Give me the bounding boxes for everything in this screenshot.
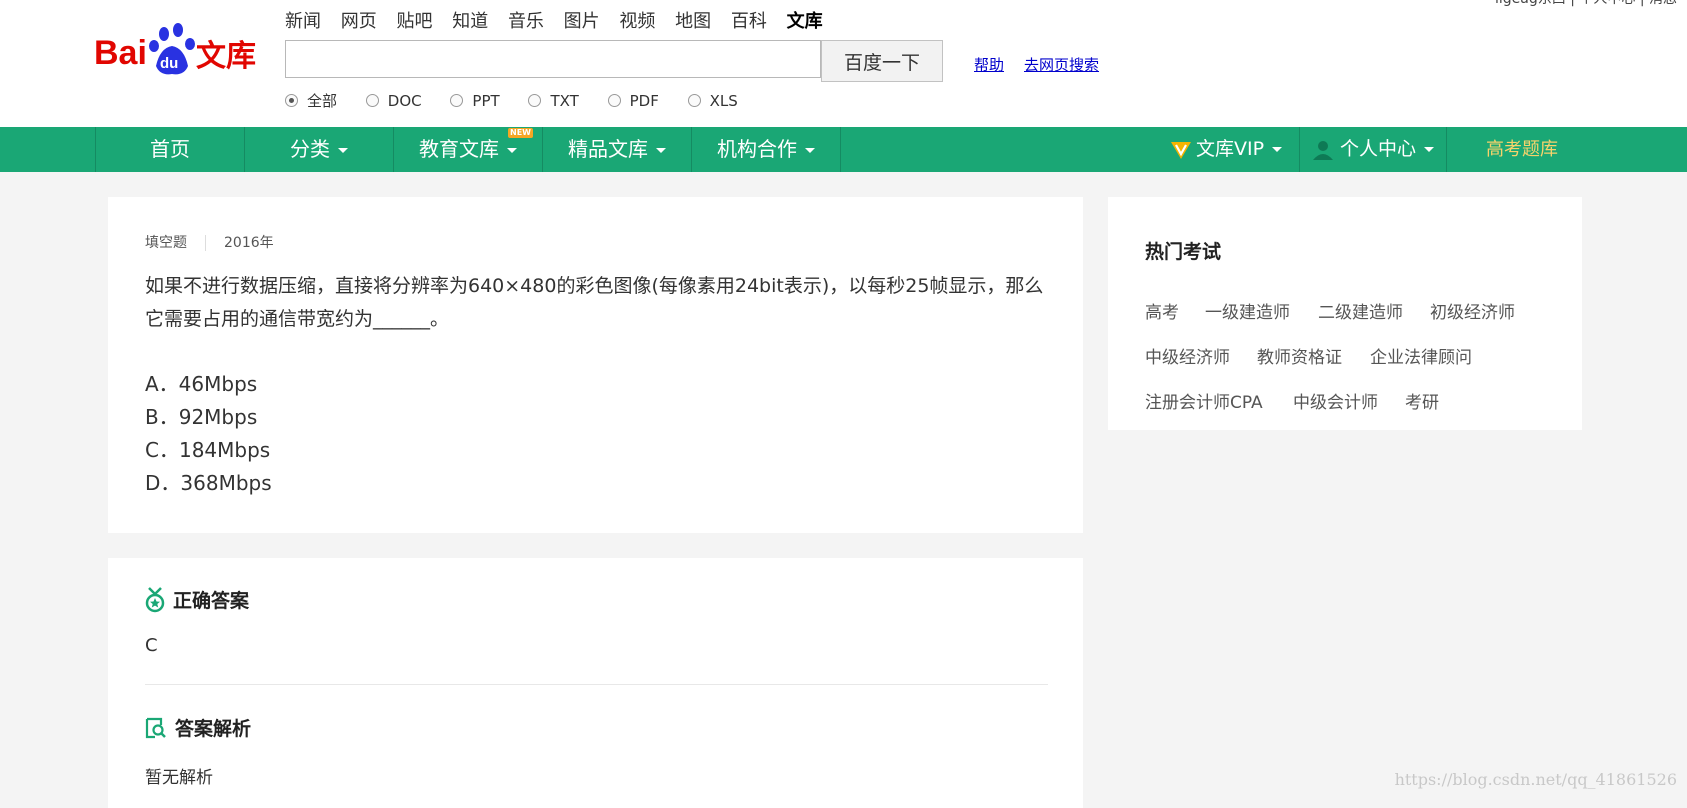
nav-home[interactable]: 首页 xyxy=(96,127,244,172)
analysis-text: 暂无解析 xyxy=(145,768,213,788)
caret-down-icon xyxy=(1424,147,1434,152)
nav-category[interactable]: 分类 xyxy=(245,127,393,172)
question-meta: 填空题 2016年 xyxy=(145,232,274,252)
exam-link[interactable]: 中级经济师 xyxy=(1145,343,1230,368)
nav-personal[interactable]: 个人中心 xyxy=(1300,127,1446,172)
nav-label: 教育文库 xyxy=(419,137,499,161)
exam-link[interactable]: 初级经济师 xyxy=(1430,298,1515,323)
top-link-zhidao[interactable]: 知道 xyxy=(452,11,488,32)
vip-icon xyxy=(1170,141,1191,159)
medal-icon xyxy=(145,586,165,612)
question-year: 2016年 xyxy=(224,235,274,251)
nav-gaokao[interactable]: 高考题库 xyxy=(1447,127,1597,172)
watermark: https://blog.csdn.net/qq_41861526 xyxy=(1394,770,1677,789)
question-text: 如果不进行数据压缩，直接将分辨率为640×480的彩色图像(每像素用24bit表… xyxy=(145,275,1044,330)
caret-down-icon xyxy=(656,148,666,153)
filter-label: TXT xyxy=(550,91,579,110)
filter-label: PDF xyxy=(629,91,659,110)
svg-text:Bai: Bai xyxy=(94,34,147,72)
user-icon xyxy=(1312,140,1333,160)
analysis-heading: 答案解析 xyxy=(145,714,251,741)
new-badge: NEW xyxy=(508,128,533,138)
svg-text:du: du xyxy=(160,55,178,72)
analysis-title: 答案解析 xyxy=(175,718,252,740)
top-link-tieba[interactable]: 贴吧 xyxy=(396,11,432,32)
exam-link[interactable]: 二级建造师 xyxy=(1318,298,1403,323)
caret-down-icon xyxy=(338,148,348,153)
exam-link[interactable]: 高考 xyxy=(1145,298,1179,323)
top-link-video[interactable]: 视频 xyxy=(619,11,655,32)
hot-exams-title: 热门考试 xyxy=(1145,241,1222,263)
radio-icon[interactable] xyxy=(365,94,379,107)
top-link-news[interactable]: 新闻 xyxy=(285,11,321,32)
help-link[interactable]: 帮助 xyxy=(974,54,1004,75)
top-link-music[interactable]: 音乐 xyxy=(508,11,544,32)
nav-label: 机构合作 xyxy=(717,137,797,161)
filter-label: 全部 xyxy=(307,92,338,110)
filter-ppt[interactable]: PPT xyxy=(450,91,500,110)
web-search-link[interactable]: 去网页搜索 xyxy=(1024,54,1099,75)
option-b: B．92Mbps xyxy=(145,405,258,429)
exam-link[interactable]: 注册会计师CPA xyxy=(1145,388,1263,413)
filter-txt[interactable]: TXT xyxy=(528,91,579,110)
caret-down-icon xyxy=(507,148,517,153)
radio-icon[interactable] xyxy=(450,94,464,107)
nav-vip[interactable]: 文库VIP xyxy=(1153,127,1299,172)
top-link-map[interactable]: 地图 xyxy=(675,11,711,32)
header: Bai du 文库 新闻 网页 贴吧 知道 音乐 图片 视频 地图 百科 文库 … xyxy=(0,0,1687,127)
nav-label: 文库VIP xyxy=(1195,138,1265,160)
filter-all[interactable]: 全部 xyxy=(285,90,337,111)
answer-card xyxy=(108,558,1083,808)
baidu-wenku-logo[interactable]: Bai du 文库 xyxy=(94,22,269,82)
top-link-baike[interactable]: 百科 xyxy=(731,11,767,32)
magnifier-doc-icon xyxy=(145,717,166,738)
option-a: A．46Mbps xyxy=(145,372,258,396)
meta-separator xyxy=(205,235,206,251)
filter-label: XLS xyxy=(709,91,738,110)
nav-label: 精品文库 xyxy=(568,137,648,161)
filter-pdf[interactable]: PDF xyxy=(607,91,659,110)
top-link-images[interactable]: 图片 xyxy=(564,11,600,32)
top-link-web[interactable]: 网页 xyxy=(341,11,377,32)
radio-icon[interactable] xyxy=(687,94,701,107)
radio-checked-icon[interactable] xyxy=(285,94,298,107)
radio-icon[interactable] xyxy=(528,94,542,107)
filter-xls[interactable]: XLS xyxy=(687,91,738,110)
exam-link[interactable]: 一级建造师 xyxy=(1205,298,1290,323)
radio-icon[interactable] xyxy=(607,94,621,107)
search-button[interactable]: 百度一下 xyxy=(821,40,943,82)
filter-doc[interactable]: DOC xyxy=(365,91,422,110)
user-strip[interactable]: ligeag东西 | 个人中心 | 消息 xyxy=(1495,0,1677,8)
caret-down-icon xyxy=(805,148,815,153)
filter-label: DOC xyxy=(387,91,422,110)
nav-divider xyxy=(840,127,841,172)
correct-answer-title: 正确答案 xyxy=(173,590,250,612)
section-divider xyxy=(145,684,1048,685)
search-input[interactable] xyxy=(285,40,821,78)
correct-answer-heading: 正确答案 xyxy=(145,586,249,613)
exam-link[interactable]: 教师资格证 xyxy=(1257,343,1342,368)
nav-label: 分类 xyxy=(290,137,330,161)
filter-label: PPT xyxy=(472,91,500,110)
filetype-filters: 全部 DOC PPT TXT PDF XLS xyxy=(285,90,762,111)
nav-premium[interactable]: 精品文库 xyxy=(543,127,691,172)
exam-link[interactable]: 中级会计师 xyxy=(1293,388,1378,413)
exam-link[interactable]: 考研 xyxy=(1405,388,1439,413)
exam-link[interactable]: 企业法律顾问 xyxy=(1370,343,1472,368)
option-d: D．368Mbps xyxy=(145,471,272,495)
correct-answer-value: C xyxy=(145,635,158,656)
top-link-wenku[interactable]: 文库 xyxy=(787,11,823,32)
main-nav: 首页 分类 教育文库 NEW 精品文库 机构合作 文库VIP 个人中心 高考题库 xyxy=(0,127,1687,172)
caret-down-icon xyxy=(1272,147,1283,152)
question-type: 填空题 xyxy=(145,235,187,251)
nav-label: 个人中心 xyxy=(1339,138,1416,160)
nav-label: 首页 xyxy=(150,137,190,161)
top-product-links: 新闻 网页 贴吧 知道 音乐 图片 视频 地图 百科 文库 xyxy=(285,7,837,33)
option-c: C．184Mbps xyxy=(145,438,271,462)
nav-cooperation[interactable]: 机构合作 xyxy=(692,127,840,172)
svg-text:文库: 文库 xyxy=(196,39,256,74)
